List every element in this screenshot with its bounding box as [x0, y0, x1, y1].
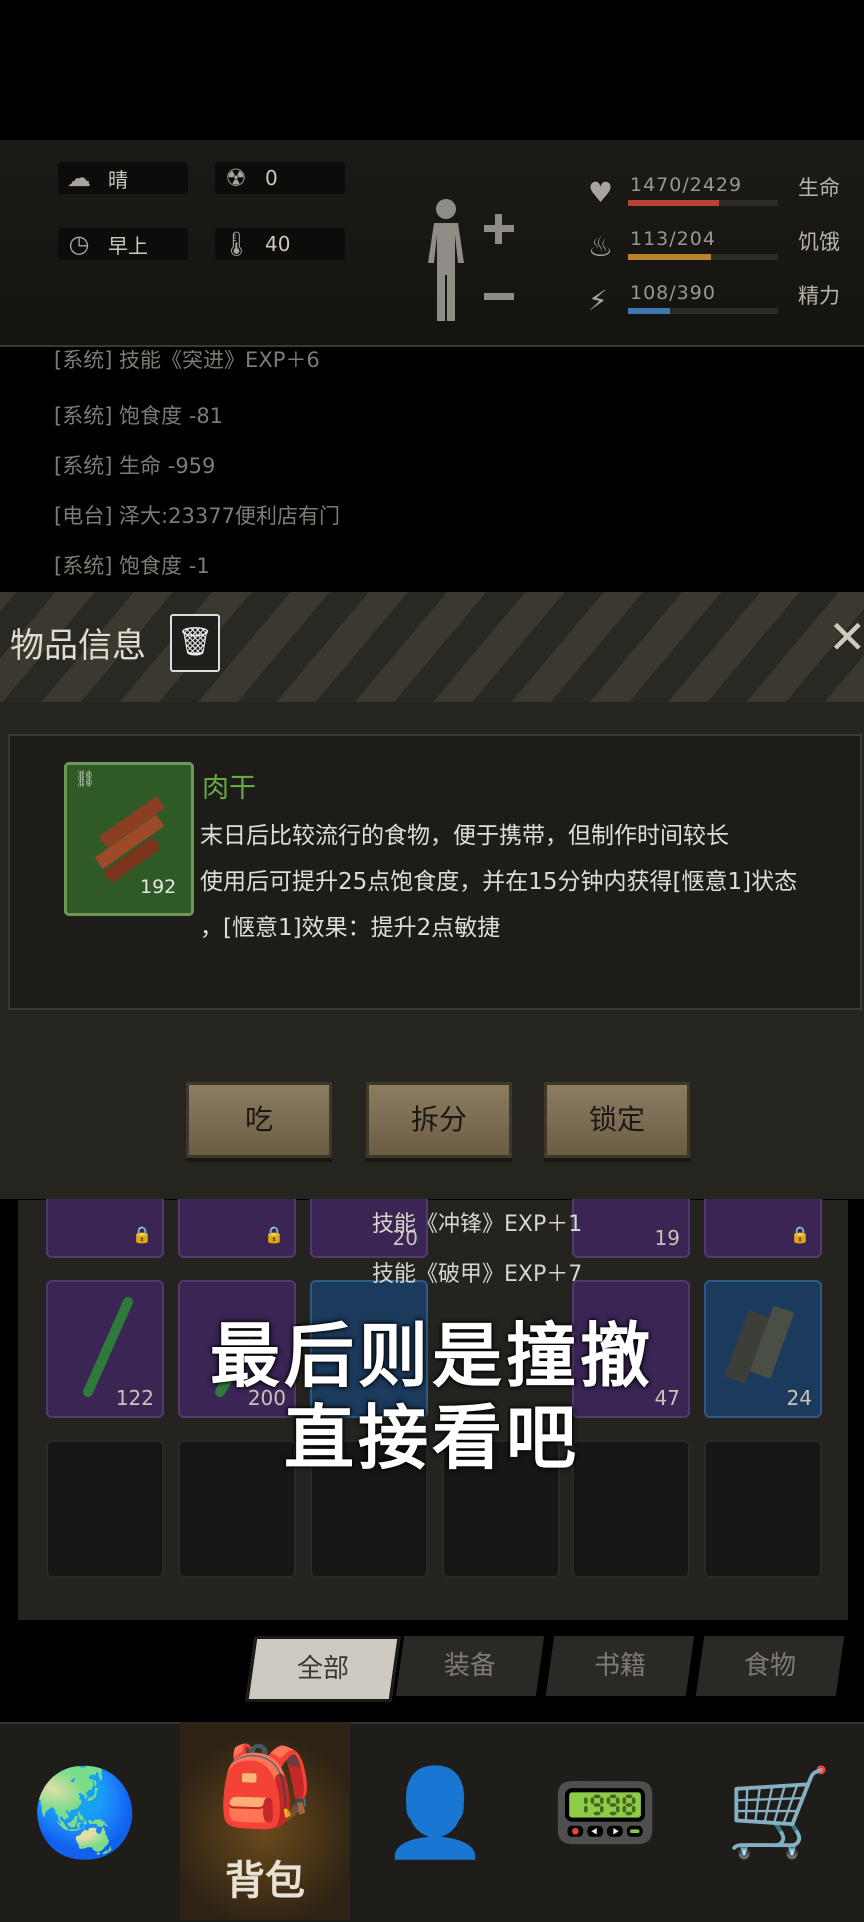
thermometer-icon: 🌡 [221, 230, 252, 258]
tab-food[interactable]: 食物 [695, 1636, 845, 1696]
energy-fill [628, 308, 670, 314]
exp-notification: 技能《冲锋》EXP＋1 [372, 1212, 583, 1237]
weather-indicator: ☁ 晴 [58, 162, 188, 194]
log-line: [电台] 泽大:23377便利店有门 [54, 504, 340, 528]
slot-count: 19 [654, 1226, 680, 1250]
hunger-label: 饥饿 [798, 230, 840, 254]
hunger-fill [628, 254, 712, 260]
nav-map-button[interactable]: 🌏 [0, 1722, 170, 1920]
log-line: [系统] 饱食度 -1 [54, 554, 210, 578]
nav-shop-button[interactable]: 🛒 [694, 1722, 864, 1920]
eat-button[interactable]: 吃 [186, 1082, 332, 1158]
close-icon[interactable]: ✕ [828, 610, 864, 664]
split-button[interactable]: 拆分 [366, 1082, 512, 1158]
temperature-indicator: 🌡 40 [215, 228, 345, 260]
radiation-icon: ☢ [225, 164, 247, 192]
temperature-text: 40 [265, 232, 291, 256]
tab-label: 装备 [443, 1651, 496, 1681]
log-line: [系统] 技能《突进》EXP＋6 [54, 350, 320, 372]
time-text: 早上 [108, 233, 148, 258]
stomach-icon: ♨ [588, 230, 614, 263]
trash-icon[interactable]: 🗑 [170, 614, 220, 672]
heart-icon: ♥ [588, 176, 614, 209]
energy-icon: ⚡ [588, 284, 608, 317]
radiation-text: 0 [265, 166, 278, 190]
energy-bar: ⚡ 108/390 精力 [580, 280, 850, 326]
energy-label: 精力 [798, 284, 840, 308]
energy-track [628, 308, 778, 314]
link-icon: ⛓ [75, 769, 96, 788]
hunger-track [628, 254, 778, 260]
health-value: 1470/2429 [630, 174, 743, 196]
log-line: [系统] 生命 -959 [54, 454, 216, 478]
item-quantity: 192 [140, 876, 177, 898]
nav-bag-label: 背包 [225, 1858, 305, 1904]
item-description-line: ，[惬意1]效果：提升2点敏捷 [200, 915, 501, 941]
backpack-icon: 🎒 [216, 1742, 314, 1832]
body-status-button[interactable] [412, 195, 522, 325]
tab-all[interactable]: 全部 [245, 1636, 401, 1702]
message-log[interactable]: [系统] 技能《突进》EXP＋6 [系统] 饱食度 -81 [系统] 生命 -9… [0, 350, 864, 590]
caption-line: 直接看吧 [284, 1397, 580, 1479]
lock-icon: 🔒 [132, 1225, 152, 1244]
clock-icon: ◷ [68, 230, 90, 258]
nav-skills-button[interactable]: 👤 [350, 1722, 520, 1920]
item-name: 肉干 [202, 773, 256, 804]
energy-value: 108/390 [630, 282, 716, 304]
health-label: 生命 [798, 176, 840, 200]
nav-radio-button[interactable]: 📟 [520, 1722, 690, 1920]
head-gear-icon: 👤 [381, 1763, 489, 1863]
shopping-cart-icon: 🛒 [725, 1763, 833, 1863]
item-info-title: 物品信息 [10, 626, 146, 666]
lock-button[interactable]: 锁定 [544, 1082, 690, 1158]
tab-books[interactable]: 书籍 [545, 1636, 695, 1696]
walkie-talkie-icon: 📟 [551, 1763, 659, 1863]
tab-label: 全部 [296, 1654, 349, 1684]
item-description-line: 使用后可提升25点饱食度，并在15分钟内获得[惬意1]状态 [200, 869, 798, 895]
category-tabs: 全部 装备 书籍 食物 [0, 1628, 864, 1702]
tab-label: 书籍 [593, 1651, 646, 1681]
log-line: [系统] 饱食度 -81 [54, 404, 224, 428]
globe-icon: 🌏 [31, 1763, 139, 1863]
tab-equipment[interactable]: 装备 [395, 1636, 545, 1696]
health-bar: ♥ 1470/2429 生命 [580, 172, 850, 218]
tab-label: 食物 [743, 1651, 796, 1681]
weather-text: 晴 [108, 167, 128, 192]
health-track [628, 200, 778, 206]
exp-notification: 技能《破甲》EXP＋7 [372, 1262, 583, 1287]
hunger-value: 113/204 [630, 228, 716, 250]
lock-icon: 🔒 [264, 1225, 284, 1244]
radiation-indicator: ☢ 0 [215, 162, 345, 194]
cloud-sun-icon: ☁ [67, 164, 91, 192]
status-header: ☁ 晴 ☢ 0 ◷ 早上 🌡 40 ♥ 1470/2429 生命 ♨ 113/2… [0, 140, 864, 347]
health-fill [628, 200, 719, 206]
hunger-bar: ♨ 113/204 饥饿 [580, 226, 850, 272]
lock-icon: 🔒 [790, 1225, 810, 1244]
item-description-line: 末日后比较流行的食物，便于携带，但制作时间较长 [200, 823, 729, 849]
time-indicator: ◷ 早上 [58, 228, 188, 260]
